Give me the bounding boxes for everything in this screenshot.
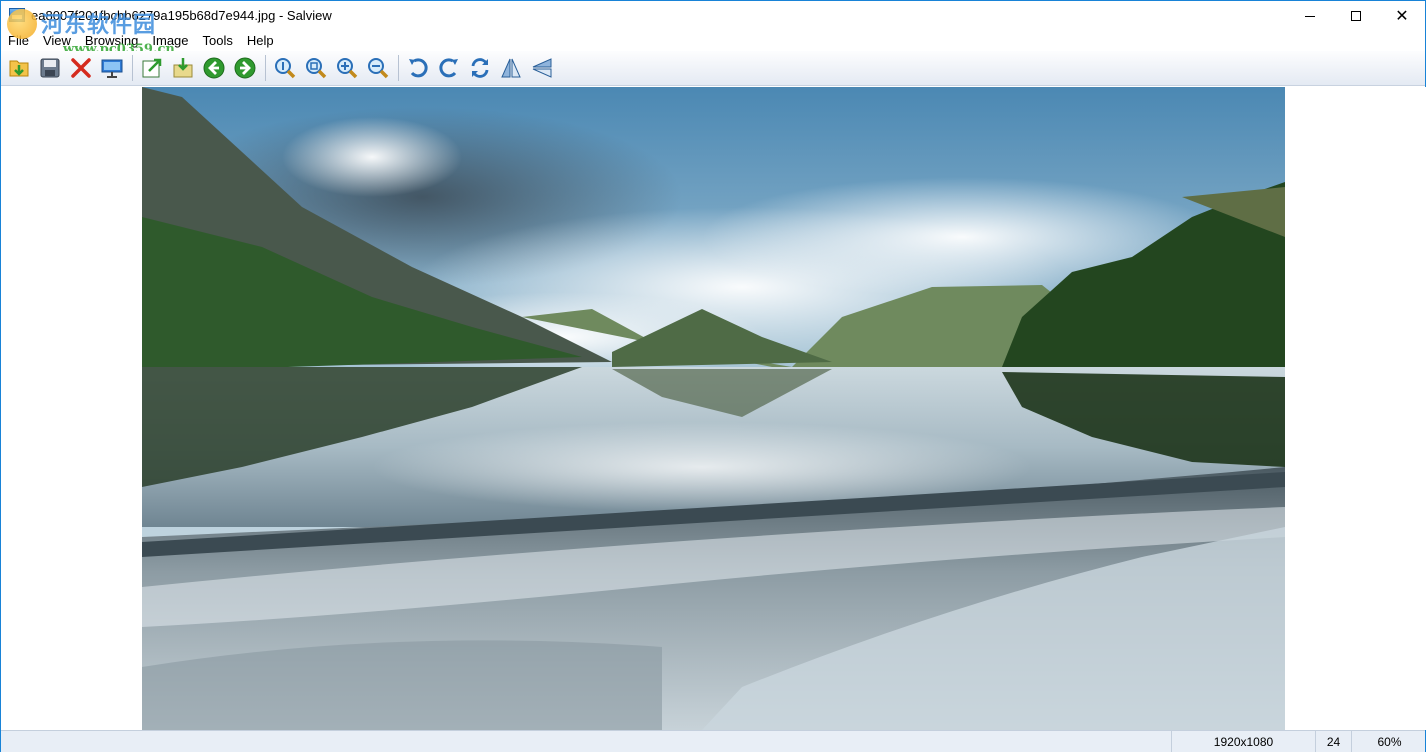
landscape-photo <box>142 87 1285 730</box>
zoom-level: 60% <box>1351 731 1426 752</box>
previous-button[interactable] <box>199 53 229 83</box>
import-button[interactable] <box>168 53 198 83</box>
next-button[interactable] <box>230 53 260 83</box>
open-button[interactable] <box>4 53 34 83</box>
flip-horizontal-button[interactable] <box>496 53 526 83</box>
flip-vertical-icon <box>532 58 552 78</box>
menu-file[interactable]: File <box>8 31 29 51</box>
rotate-icon <box>471 58 489 78</box>
menu-browsing[interactable]: Browsing <box>85 31 138 51</box>
minimize-icon <box>1305 15 1315 17</box>
rotate-right-icon <box>439 58 458 78</box>
image-viewport[interactable] <box>2 87 1426 730</box>
window-title: ea8007f201fbcbb6279a195b68d7e944.jpg - S… <box>31 8 332 23</box>
zoom-out-icon <box>368 58 389 79</box>
toolbar-separator <box>398 55 399 81</box>
export-button[interactable] <box>137 53 167 83</box>
toolbar-separator <box>132 55 133 81</box>
zoom-in-icon <box>337 58 358 79</box>
delete-icon <box>71 58 91 78</box>
flip-vertical-button[interactable] <box>527 53 557 83</box>
minimize-button[interactable] <box>1287 1 1333 31</box>
save-icon <box>40 58 60 78</box>
menu-help[interactable]: Help <box>247 31 274 51</box>
actual-size-button[interactable] <box>270 53 300 83</box>
fit-icon <box>306 58 327 79</box>
flip-horizontal-icon <box>501 58 521 78</box>
displayed-image[interactable] <box>142 87 1285 730</box>
close-button[interactable]: ✕ <box>1379 1 1425 31</box>
app-icon[interactable] <box>9 8 25 22</box>
maximize-button[interactable] <box>1333 1 1379 31</box>
import-icon <box>173 58 193 78</box>
previous-icon <box>203 57 225 79</box>
next-icon <box>234 57 256 79</box>
rotate-left-button[interactable] <box>403 53 433 83</box>
actual-size-icon <box>275 58 296 79</box>
export-icon <box>142 58 162 78</box>
image-bit-depth: 24 <box>1315 731 1351 752</box>
rotate-button[interactable] <box>465 53 495 83</box>
rotate-right-button[interactable] <box>434 53 464 83</box>
image-resolution: 1920x1080 <box>1171 731 1315 752</box>
menu-tools[interactable]: Tools <box>203 31 233 51</box>
status-bar: 1920x1080 24 60% <box>1 730 1425 752</box>
menu-image[interactable]: Image <box>152 31 188 51</box>
rotate-left-icon <box>409 58 428 78</box>
close-icon: ✕ <box>1395 6 1409 25</box>
save-button[interactable] <box>35 53 65 83</box>
app-window: ea8007f201fbcbb6279a195b68d7e944.jpg - S… <box>0 0 1426 752</box>
menu-bar: File View Browsing Image Tools Help <box>1 31 1425 51</box>
fit-button[interactable] <box>301 53 331 83</box>
zoom-out-button[interactable] <box>363 53 393 83</box>
slideshow-button[interactable] <box>97 53 127 83</box>
toolbar-separator <box>265 55 266 81</box>
maximize-icon <box>1351 11 1361 21</box>
delete-button[interactable] <box>66 53 96 83</box>
title-bar[interactable]: ea8007f201fbcbb6279a195b68d7e944.jpg - S… <box>1 1 1425 31</box>
menu-view[interactable]: View <box>43 31 71 51</box>
toolbar <box>1 51 1425 86</box>
open-icon <box>9 60 29 77</box>
slideshow-icon <box>101 59 123 78</box>
zoom-in-button[interactable] <box>332 53 362 83</box>
